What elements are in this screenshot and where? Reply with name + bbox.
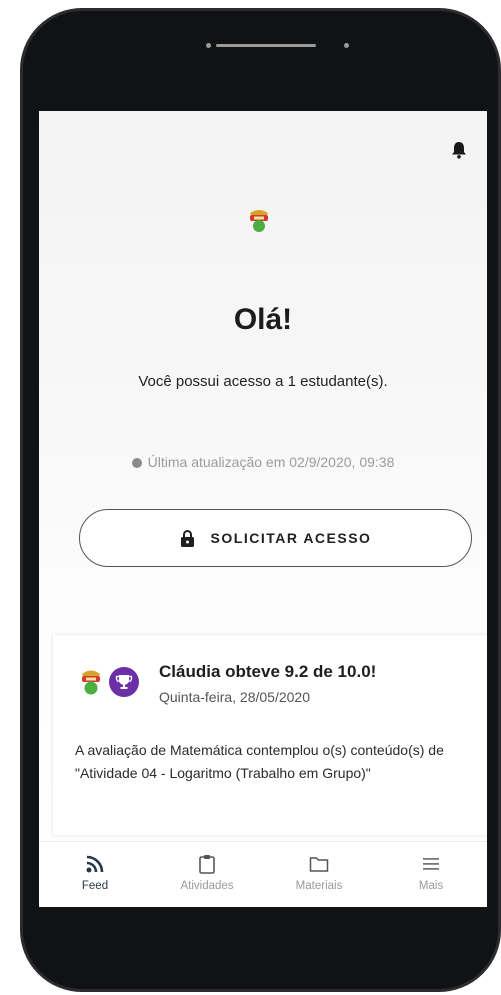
feed-card[interactable]: Cláudia obteve 9.2 de 10.0! Quinta-feira…	[53, 635, 487, 835]
front-camera	[344, 43, 349, 48]
sensor-dot	[206, 43, 211, 48]
nav-item-feed[interactable]: Feed	[39, 842, 151, 907]
earpiece-speaker	[216, 44, 316, 47]
card-title: Cláudia obteve 9.2 de 10.0!	[159, 662, 377, 681]
folder-icon	[309, 857, 329, 872]
nav-item-atividades[interactable]: Atividades	[151, 842, 263, 907]
menu-icon	[423, 858, 439, 870]
app-screen: Olá! Você possui acesso a 1 estudante(s)…	[39, 111, 487, 907]
nav-label-atividades: Atividades	[180, 880, 234, 892]
notification-bell-icon[interactable]	[451, 141, 467, 159]
card-description: A avaliação de Matemática contemplou o(s…	[75, 742, 444, 781]
phone-frame: Olá! Você possui acesso a 1 estudante(s)…	[20, 8, 501, 992]
lock-icon	[180, 529, 194, 547]
last-update-status: Última atualização em 02/9/2020, 09:38	[39, 454, 487, 470]
last-update-text: Última atualização em 02/9/2020, 09:38	[147, 454, 395, 470]
request-access-button[interactable]: SOLICITAR ACESSO	[79, 509, 472, 567]
student-access-text: Você possui acesso a 1 estudante(s).	[138, 373, 388, 390]
status-dot-icon	[131, 458, 142, 468]
clipboard-icon	[199, 855, 215, 874]
nav-label-feed: Feed	[81, 880, 109, 892]
rss-feed-icon	[86, 855, 104, 873]
nav-item-materiais[interactable]: Materiais	[263, 842, 375, 907]
school-logo-icon	[82, 670, 100, 695]
phone-top-bezel	[23, 11, 498, 111]
school-logo-icon	[250, 210, 268, 232]
card-date: Quinta-feira, 28/05/2020	[159, 689, 310, 705]
nav-label-materiais: Materiais	[295, 880, 343, 892]
request-access-label: SOLICITAR ACESSO	[210, 530, 372, 546]
greeting-title: Olá!	[233, 303, 293, 336]
nav-item-mais[interactable]: Mais	[375, 842, 487, 907]
bottom-navigation: Feed Atividades Materiais Mais	[39, 841, 487, 907]
achievement-badge	[109, 667, 139, 697]
trophy-icon	[115, 675, 133, 689]
nav-label-mais: Mais	[418, 880, 444, 892]
